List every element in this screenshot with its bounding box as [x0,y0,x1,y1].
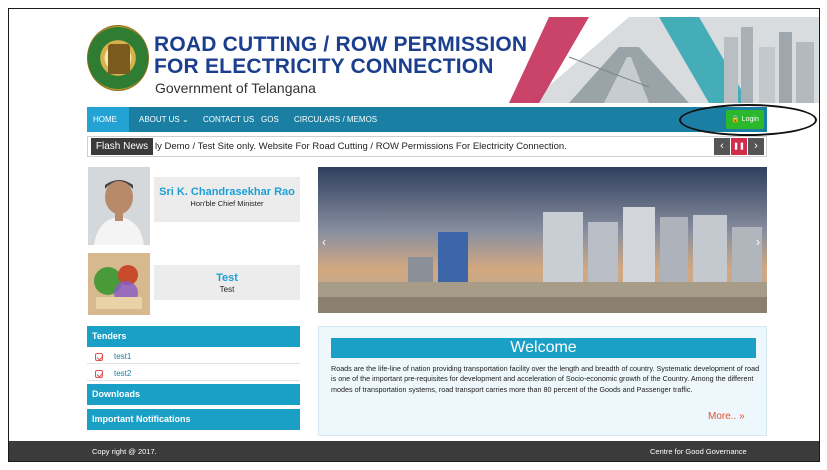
nav-home[interactable]: HOME [87,107,129,132]
downloads-header[interactable]: Downloads [87,384,300,405]
welcome-title: Welcome [331,338,756,358]
chief-minister-card: Sri K. Chandrasekhar Rao Hon'ble Chief M… [154,177,300,222]
footer-copyright: Copy right @ 2017. [92,447,157,456]
nav-contact-us[interactable]: CONTACT US [197,107,260,132]
tenders-header[interactable]: Tenders [87,326,300,347]
footer-credit: Centre for Good Governance [650,447,747,456]
slider-next-button[interactable]: › [756,235,760,249]
test-profile-card: Test Test [154,265,300,300]
nav-circulars-memos[interactable]: CIRCULARS / MEMOS [288,107,383,132]
site-subtitle: Government of Telangana [155,80,316,96]
check-icon [95,370,103,378]
chief-minister-name: Sri K. Chandrasekhar Rao [159,186,295,198]
important-notifications-header[interactable]: Important Notifications [87,409,300,430]
test-profile-photo [88,253,150,315]
city-skyline-slider: ‹ › [318,167,767,313]
highlight-ellipse [679,104,817,136]
site-title-line2: FOR ELECTRICITY CONNECTION [154,55,494,78]
flash-pause-button[interactable]: ❚❚ [731,138,747,155]
slider-prev-button[interactable]: ‹ [322,235,326,249]
test-profile-name: Test [216,272,238,284]
site-title-line1: ROAD CUTTING / ROW PERMISSION [154,33,528,56]
main-nav: HOME ABOUT US ⌄ CONTACT US GOS CIRCULARS… [87,107,767,132]
page-frame: ROAD CUTTING / ROW PERMISSION FOR ELECTR… [8,8,820,462]
flash-next-button[interactable]: › [748,138,764,155]
chief-minister-role: Hon'ble Chief Minister [190,199,264,208]
welcome-body: Roads are the life-line of nation provid… [331,364,760,394]
more-link[interactable]: More.. » [708,411,745,422]
nav-gos[interactable]: GOS [255,107,285,132]
check-icon [95,353,103,361]
telangana-emblem-logo [87,25,149,91]
chief-minister-photo [88,167,150,245]
flash-news-bar: Flash News ly Demo / Test Site only. Web… [87,136,767,157]
tender-item[interactable]: test2 [87,367,300,381]
flash-news-label: Flash News [91,138,153,155]
nav-about-us[interactable]: ABOUT US ⌄ [133,107,195,132]
flash-news-text: ly Demo / Test Site only. Website For Ro… [155,141,567,152]
header-banner-image [509,17,819,103]
site-header: ROAD CUTTING / ROW PERMISSION FOR ELECTR… [9,9,819,104]
test-profile-role: Test [219,285,235,294]
welcome-panel: Welcome Roads are the life-line of natio… [318,326,767,436]
flash-prev-button[interactable]: ‹ [714,138,730,155]
tender-item[interactable]: test1 [87,350,300,364]
site-footer: Copy right @ 2017. Centre for Good Gover… [9,441,819,461]
